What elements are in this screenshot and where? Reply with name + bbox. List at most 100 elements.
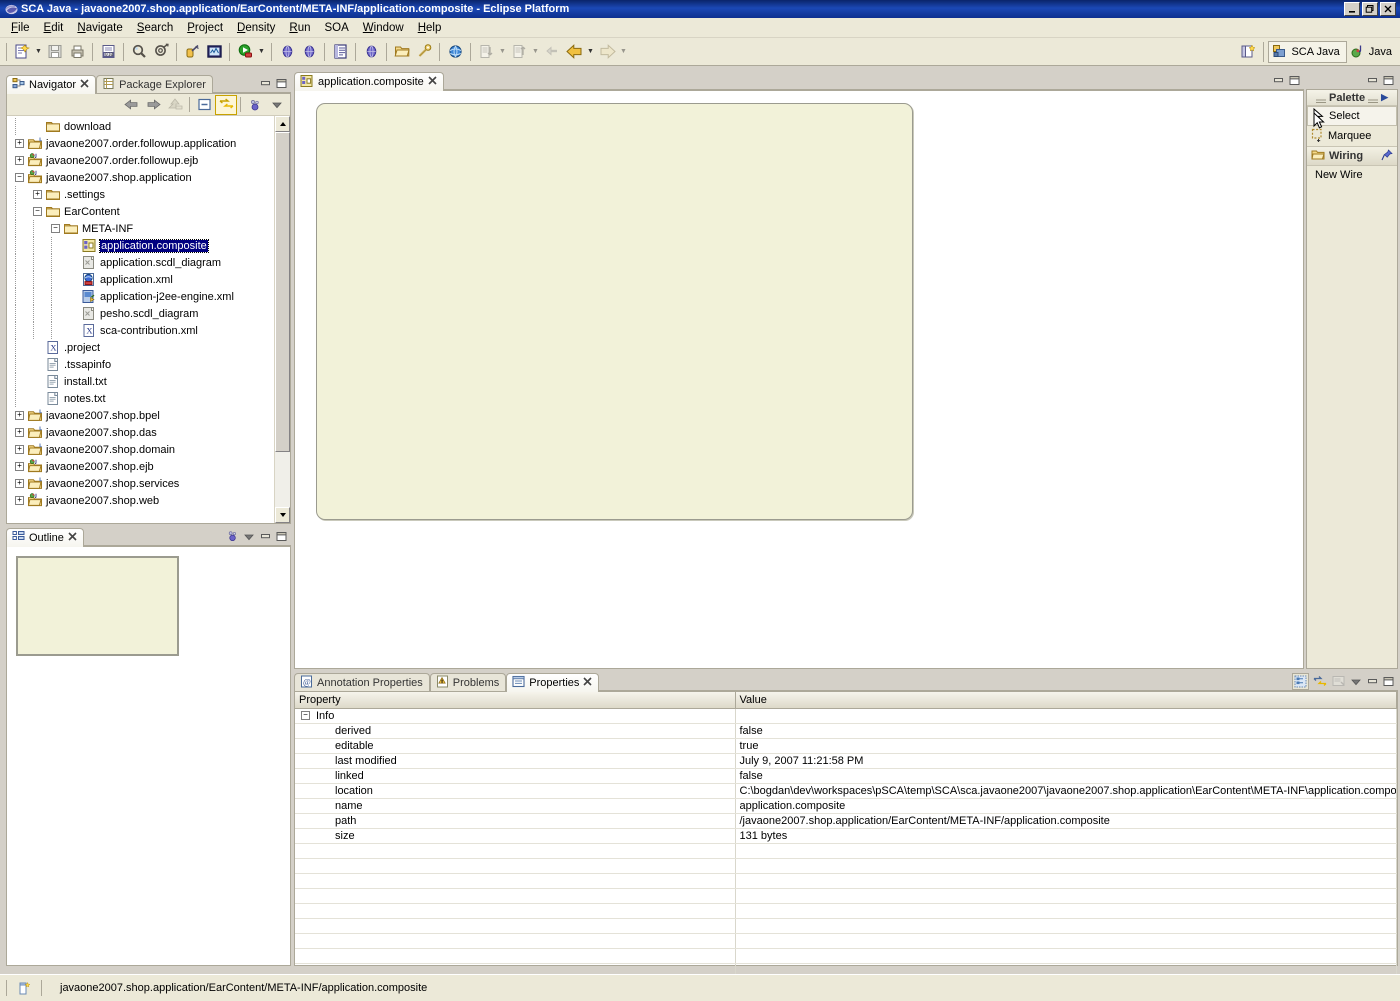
close-icon[interactable] [583, 677, 592, 689]
tree-item[interactable]: + .settings [7, 186, 274, 203]
tab-problems[interactable]: Problems [429, 673, 507, 692]
property-value-cell[interactable]: C:\bogdan\dev\workspaces\pSCA\temp\SCA\s… [735, 783, 1397, 799]
close-icon[interactable] [68, 532, 77, 544]
monitor-icon[interactable] [203, 41, 225, 63]
maximize-icon[interactable] [274, 529, 288, 543]
menu-edit[interactable]: Edit [37, 20, 71, 36]
property-value-cell[interactable]: application.composite [735, 798, 1397, 814]
tree-item[interactable]: − META-INF [7, 220, 274, 237]
outline-body[interactable] [6, 546, 291, 966]
scroll-down-button[interactable] [275, 507, 290, 523]
maximize-icon[interactable] [274, 76, 288, 90]
tree-item[interactable]: X .project [7, 339, 274, 356]
tree-item[interactable]: Xsca-contribution.xml [7, 322, 274, 339]
table-row-empty[interactable] [295, 918, 1397, 934]
table-row[interactable]: linked false [295, 768, 1397, 784]
property-value-cell[interactable]: true [735, 738, 1397, 754]
column-header-property[interactable]: Property [295, 692, 736, 709]
expand-icon[interactable]: + [15, 479, 24, 488]
back-dropdown-icon[interactable]: ▼ [585, 41, 596, 63]
close-icon[interactable] [428, 76, 437, 88]
show-categories-icon[interactable] [1292, 672, 1309, 690]
tab-outline[interactable]: Outline [6, 528, 84, 547]
expand-icon[interactable]: + [15, 445, 24, 454]
collapse-icon[interactable]: − [301, 711, 310, 721]
tree-item[interactable]: + javaone2007.shop.ejb [7, 458, 274, 475]
expand-icon[interactable]: + [15, 139, 24, 148]
tree-item[interactable]: pesho.scdl_diagram [7, 305, 274, 322]
minimize-icon[interactable] [258, 529, 272, 543]
composite-icon[interactable] [360, 41, 382, 63]
properties-table-container[interactable]: Property Value − Info derived false editable… [294, 691, 1398, 994]
menu-file[interactable]: File [4, 20, 37, 36]
tree-item[interactable]: + javaone2007.shop.bpel [7, 407, 274, 424]
back-icon[interactable] [563, 41, 585, 63]
menu-soa[interactable]: SOA [318, 20, 356, 36]
external-tools-icon[interactable] [181, 41, 203, 63]
minimize-button[interactable] [1344, 2, 1360, 16]
link-with-editor-icon[interactable] [215, 94, 237, 115]
tree-item[interactable]: notes.txt [7, 390, 274, 407]
tree-item[interactable]: − EarContent [7, 203, 274, 220]
expand-icon[interactable]: + [33, 190, 42, 199]
editor-icon[interactable] [329, 41, 351, 63]
table-row-empty[interactable] [295, 948, 1397, 964]
table-row-empty[interactable] [295, 843, 1397, 859]
tree-item[interactable]: + javaone2007.order.followup.ejb [7, 152, 274, 169]
minimize-icon[interactable] [258, 76, 272, 90]
menu-search[interactable]: Search [130, 20, 180, 36]
table-row[interactable]: path/javaone2007.shop.application/EarCon… [295, 813, 1397, 829]
property-value-cell[interactable]: July 9, 2007 11:21:58 PM [735, 753, 1397, 769]
open-perspective-icon[interactable] [1237, 41, 1259, 63]
property-value-cell[interactable]: false [735, 723, 1397, 739]
menu-density[interactable]: Density [230, 20, 282, 36]
tree-item[interactable]: + javaone2007.shop.domain [7, 441, 274, 458]
table-row[interactable]: size 131 bytes [295, 828, 1397, 844]
tree-item[interactable]: + javaone2007.shop.services [7, 475, 274, 492]
tab-application-composite[interactable]: application.composite [294, 72, 444, 91]
tree-item[interactable]: − javaone2007.shop.application [7, 169, 274, 186]
tree-item[interactable]: application.xml [7, 271, 274, 288]
table-row-group[interactable]: − Info [295, 708, 1397, 724]
filters-icon[interactable] [226, 529, 240, 543]
pin-icon[interactable] [1381, 148, 1393, 164]
show-advanced-icon[interactable] [1311, 673, 1328, 690]
minimize-icon[interactable] [1365, 674, 1379, 688]
tree-item[interactable]: install.txt [7, 373, 274, 390]
build-all-icon[interactable]: 010 [97, 41, 119, 63]
settings-icon[interactable] [150, 41, 172, 63]
palette-entry-new-wire[interactable]: New Wire [1307, 166, 1397, 184]
search-icon[interactable] [128, 41, 150, 63]
new-dropdown-icon[interactable]: ▼ [33, 41, 44, 63]
scrollbar-thumb[interactable] [275, 132, 290, 452]
property-value-cell[interactable]: 131 bytes [735, 828, 1397, 844]
menu-run[interactable]: Run [282, 20, 317, 36]
table-row-empty[interactable] [295, 933, 1397, 949]
tree-item[interactable]: .tssapinfo [7, 356, 274, 373]
tab-package-explorer[interactable]: Package Explorer [96, 75, 213, 94]
collapse-icon[interactable]: − [51, 224, 60, 233]
collapse-icon[interactable]: − [33, 207, 42, 216]
expand-icon[interactable]: + [15, 156, 24, 165]
menu-help[interactable]: Help [411, 20, 449, 36]
table-row[interactable]: editable true [295, 738, 1397, 754]
table-row[interactable]: derived false [295, 723, 1397, 739]
view-menu-icon[interactable] [242, 529, 256, 543]
property-value-cell[interactable]: false [735, 768, 1397, 784]
property-group-cell[interactable]: − Info [295, 708, 736, 724]
palette-drawer-wiring[interactable]: Wiring [1307, 146, 1397, 166]
property-value-cell[interactable]: /javaone2007.shop.application/EarContent… [735, 813, 1397, 829]
tree-item[interactable]: + javaone2007.shop.das [7, 424, 274, 441]
back-icon[interactable] [120, 95, 142, 115]
expand-icon[interactable]: + [15, 428, 24, 437]
undeploy-icon[interactable] [298, 41, 320, 63]
navigator-vertical-scrollbar[interactable] [274, 116, 290, 523]
perspective-java[interactable]: Java [1347, 41, 1398, 63]
table-row[interactable]: name application.composite [295, 798, 1397, 814]
perspective-sca-java[interactable]: SCA Java [1268, 40, 1347, 63]
close-icon[interactable] [80, 79, 89, 91]
key-icon[interactable] [413, 41, 435, 63]
tree-item[interactable]: + javaone2007.order.followup.application [7, 135, 274, 152]
forward-icon[interactable] [142, 95, 164, 115]
tab-properties[interactable]: Properties [506, 673, 600, 692]
